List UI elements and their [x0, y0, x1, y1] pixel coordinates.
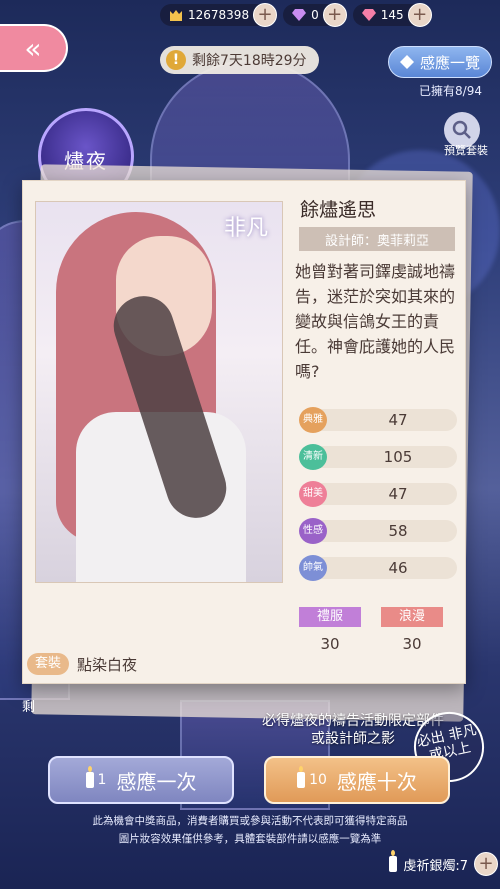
stat-list: 典雅 47 清新 105 甜美 47 性感 58 帥氣 46 — [299, 407, 457, 592]
stat-value: 47 — [388, 411, 408, 429]
stat-badge: 典雅 — [299, 407, 327, 433]
stat-value: 105 — [383, 448, 413, 466]
pink-diamond-icon — [361, 9, 376, 21]
stat-row: 帥氣 46 — [299, 555, 457, 581]
suit-name: 點染白夜 — [77, 655, 138, 674]
info-icon[interactable]: ! — [166, 50, 186, 70]
gold-cat-icon — [170, 10, 182, 21]
stat-row: 性感 58 — [299, 518, 457, 544]
tag-label: 浪漫 — [381, 607, 443, 627]
tag-item: 浪漫 30 — [381, 607, 443, 653]
add-diamond-button[interactable]: + — [322, 3, 347, 27]
disclaimer-line-1: 此為機會中獎商品，消費者購買或參與活動不代表即可獲得特定商品 — [92, 815, 408, 827]
stat-value: 47 — [388, 485, 408, 503]
preview-outfit-label: 預覽套裝 — [444, 144, 488, 157]
timer-text: 剩餘7天18時29分 — [192, 53, 307, 69]
candle-icon — [389, 850, 398, 872]
draw-ten-count: 10 — [309, 772, 327, 788]
catalog-label: 感應一覽 — [419, 53, 480, 72]
back-button[interactable]: « — [0, 24, 68, 72]
designer-label: 設計師：奧菲莉亞 — [299, 227, 455, 251]
gold-amount: 12678398 — [188, 8, 250, 22]
style-tags: 禮服 30 浪漫 30 — [299, 607, 443, 653]
rarity-label: 非凡 — [223, 216, 268, 241]
search-icon — [452, 120, 471, 139]
owned-count: 已擁有8/94 — [419, 84, 482, 98]
back-icon: « — [24, 32, 42, 65]
draw-once-count: 1 — [97, 772, 107, 788]
diamond-amount: 0 — [311, 8, 319, 22]
suit-info: 套裝 點染白夜 — [27, 653, 137, 675]
disclaimer: 此為機會中獎商品，消費者購買或參與活動不代表即可獲得特定商品 圖片妝容效果僅供參… — [0, 812, 500, 848]
draw-ten-cost: 10 — [297, 766, 327, 788]
item-card: 非凡 餘燼遙思 設計師：奧菲莉亞 她曾對著司鐸虔誠地禱告，迷茫於突如其來的變故與… — [22, 180, 466, 684]
item-description: 她曾對著司鐸虔誠地禱告，迷茫於突如其來的變故與信鴿女王的責任。神會庇護她的人民嗎… — [295, 262, 456, 381]
stat-row: 清新 105 — [299, 444, 457, 470]
add-gold-button[interactable]: + — [253, 3, 278, 27]
pink-diamond-amount: 145 — [380, 8, 404, 22]
stat-badge: 清新 — [299, 444, 327, 470]
stat-row: 甜美 47 — [299, 481, 457, 507]
silver-candle-counter: 虔祈銀燭:7 + — [389, 850, 498, 876]
stat-value: 46 — [388, 559, 408, 577]
currency-bar: 12678398 + 0 + 145 + — [160, 0, 500, 30]
silver-candle-label: 虔祈銀燭:7 — [403, 858, 468, 874]
tag-item: 禮服 30 — [299, 607, 361, 653]
tag-label: 禮服 — [299, 607, 361, 627]
add-pink-diamond-button[interactable]: + — [407, 3, 432, 27]
stat-badge: 帥氣 — [299, 555, 327, 581]
gold-counter: 12678398 + — [160, 3, 278, 27]
event-timer: ! 剩餘7天18時29分 — [160, 46, 319, 74]
tag-value: 30 — [320, 635, 340, 653]
character-portrait: 非凡 — [35, 201, 283, 583]
diamond-icon — [292, 9, 307, 21]
stat-row: 典雅 47 — [299, 407, 457, 433]
diamond-icon — [399, 55, 414, 69]
disclaimer-line-2: 圖片妝容效果僅供參考，具體套裝部件請以感應一覽為準 — [118, 833, 382, 845]
item-name: 餘燼遙思 — [300, 199, 377, 221]
draw-ten-label: 感應十次 — [336, 769, 417, 794]
stat-value: 58 — [388, 522, 408, 540]
draw-once-cost: 1 — [85, 766, 107, 788]
candle-icon — [85, 766, 94, 788]
draw-ten-button[interactable]: 10 感應十次 — [264, 756, 450, 804]
draw-once-label: 感應一次 — [116, 769, 197, 794]
diamond-counter: 0 + — [283, 3, 347, 27]
suit-pill: 套裝 — [27, 653, 70, 675]
stat-badge: 甜美 — [299, 481, 327, 507]
add-silver-candle-button[interactable]: + — [474, 852, 498, 876]
draw-once-button[interactable]: 1 感應一次 — [48, 756, 234, 804]
candle-icon — [297, 766, 306, 788]
pink-diamond-counter: 145 + — [352, 3, 432, 27]
tag-value: 30 — [402, 635, 422, 653]
side-text: 剩 — [22, 700, 36, 715]
stat-badge: 性感 — [299, 518, 327, 544]
catalog-button[interactable]: 感應一覽 — [388, 46, 492, 78]
